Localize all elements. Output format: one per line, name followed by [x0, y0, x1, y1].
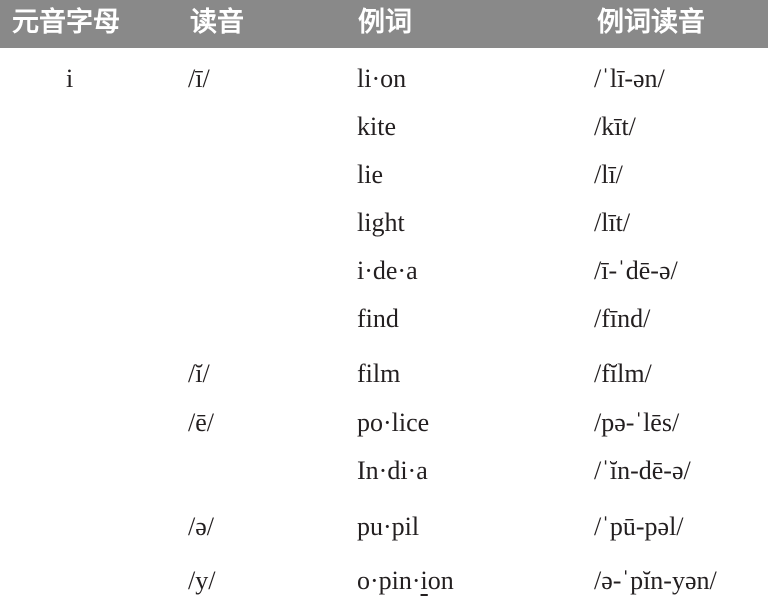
table-row: i·de·a /ī-ˈdē-ə/	[0, 256, 768, 296]
example-word-cell: film	[357, 359, 401, 388]
pronunciation-cell: /lī/	[594, 160, 623, 189]
pronunciation-cell: /ə-ˈpĭn-yən/	[594, 566, 717, 595]
reading-cell: /y/	[188, 566, 216, 595]
example-word-cell: kite	[357, 112, 396, 141]
pronunciation-cell: /ī-ˈdē-ə/	[594, 256, 678, 285]
table-row: /ə/ pu·pil /ˈpū-pəl/	[0, 512, 768, 552]
table-body: i /ī/ li·on /ˈlī-ən/ kite /kīt/ lie /lī/…	[0, 0, 768, 602]
example-word-cell: In·di·a	[357, 456, 428, 485]
example-word-part: on	[427, 566, 454, 595]
pronunciation-cell: /fĭlm/	[594, 359, 652, 388]
example-word-part: o·pin·	[357, 566, 421, 595]
example-word-cell: lie	[357, 160, 383, 189]
underlined-letter: i	[420, 566, 428, 595]
pronunciation-cell: /ˈĭn-dē-ə/	[594, 456, 691, 485]
table-row: /ĭ/ film /fĭlm/	[0, 359, 768, 399]
table-row: i /ī/ li·on /ˈlī-ən/	[0, 64, 768, 104]
example-word-cell: po·lice	[357, 408, 430, 437]
table-row: /ē/ po·lice /pə-ˈlēs/	[0, 408, 768, 448]
pronunciation-cell: /ˈpū-pəl/	[594, 512, 684, 541]
pronunciation-cell: /kīt/	[594, 112, 636, 141]
example-word-cell: i·de·a	[357, 256, 418, 285]
example-word-cell: li·on	[357, 64, 407, 93]
reading-cell: /ē/	[188, 408, 214, 437]
table-row: /y/ o·pin·ion /ə-ˈpĭn-yən/	[0, 566, 768, 606]
reading-cell: /ĭ/	[188, 359, 210, 388]
vowel-letter-cell: i	[66, 64, 74, 93]
table-row: find /fīnd/	[0, 304, 768, 344]
reading-cell: /ī/	[188, 64, 210, 93]
pronunciation-cell: /fīnd/	[594, 304, 651, 333]
pronunciation-cell: /ˈlī-ən/	[594, 64, 665, 93]
example-word-cell: light	[357, 208, 405, 237]
example-word-cell: pu·pil	[357, 512, 420, 541]
table-row: In·di·a /ˈĭn-dē-ə/	[0, 456, 768, 496]
table-row: light /līt/	[0, 208, 768, 248]
example-word-cell: find	[357, 304, 399, 333]
reading-cell: /ə/	[188, 512, 214, 541]
example-word-cell: o·pin·ion	[357, 566, 454, 596]
pronunciation-cell: /pə-ˈlēs/	[594, 408, 680, 437]
table-row: kite /kīt/	[0, 112, 768, 152]
table-row: lie /lī/	[0, 160, 768, 200]
pronunciation-cell: /līt/	[594, 208, 631, 237]
